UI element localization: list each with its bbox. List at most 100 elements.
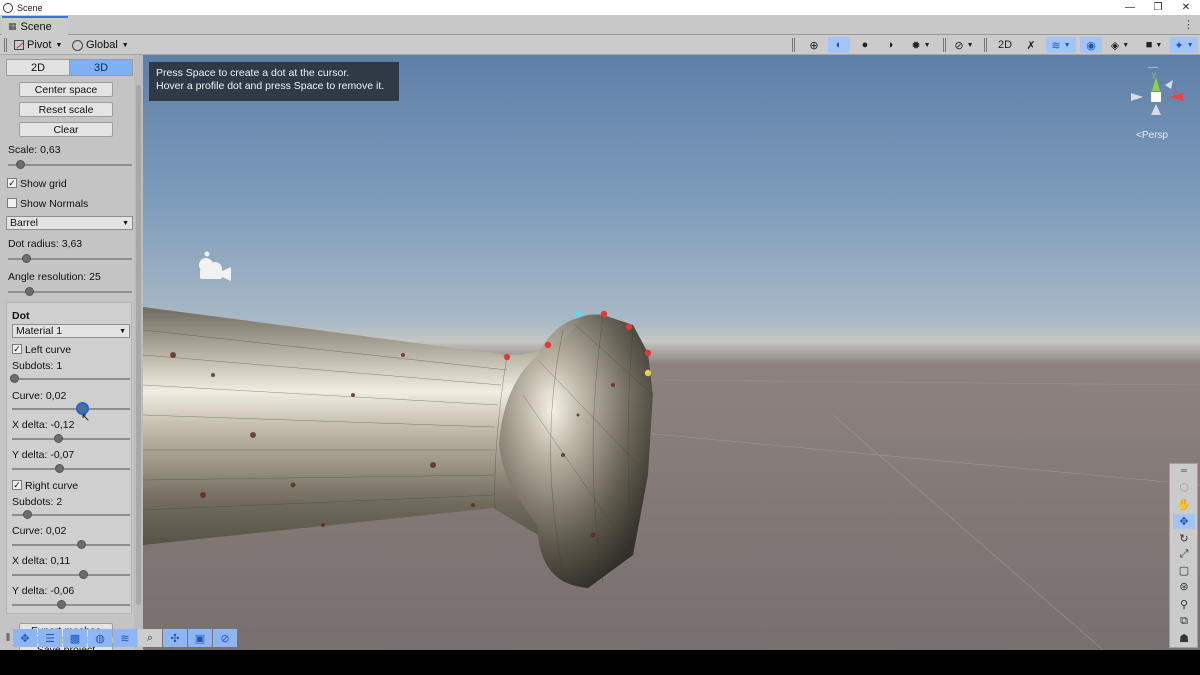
2d-toggle-icon[interactable]: 2D (994, 37, 1016, 53)
projection-label[interactable]: <Persp (1136, 130, 1168, 141)
maximize-button[interactable]: ❐ (1144, 0, 1172, 15)
compass-tool-icon[interactable]: ⊘ (213, 629, 237, 647)
effects-off-icon[interactable]: ✗ (1020, 37, 1042, 53)
rect-tool-icon[interactable]: ▢ (1173, 563, 1195, 578)
sphere-shaded-icon[interactable]: ◐ (828, 37, 850, 53)
scale-slider-handle[interactable] (16, 160, 25, 169)
material-select[interactable]: Material 1 ▼ (12, 324, 130, 338)
duplicate-tool-icon[interactable]: ⧉ (1173, 614, 1195, 629)
custom-tool-icon[interactable]: ⚲ (1173, 597, 1195, 612)
debug-bug-icon[interactable]: ✹ ▼ (906, 37, 936, 53)
shape-select[interactable]: Barrel ▼ (6, 216, 133, 230)
half-circle-icon[interactable]: ◑ (879, 37, 901, 53)
scale-label: Scale: 0,63 (8, 144, 61, 156)
letterbox-bar (0, 650, 1200, 675)
scale-tool-icon[interactable]: ⤢ (1173, 547, 1195, 562)
profile-dot[interactable] (600, 310, 608, 318)
right-subdots-slider-handle[interactable] (23, 510, 32, 519)
toolbar-grip[interactable] (943, 38, 946, 52)
strip-grip-icon[interactable]: ═ (1173, 466, 1195, 475)
dot-radius-slider-handle[interactable] (22, 254, 31, 263)
shaded-circle-icon[interactable]: ● (854, 37, 876, 53)
scene-camera-icon[interactable] (199, 251, 231, 282)
hatch-tool-icon[interactable]: ▩ (63, 629, 87, 647)
close-button[interactable]: ✕ (1172, 0, 1200, 15)
show-normals-label: Show Normals (20, 198, 89, 210)
show-grid-checkbox[interactable]: ✓ (7, 178, 17, 188)
panel-scrollbar-thumb[interactable] (136, 85, 141, 605)
layers-tool-icon[interactable]: ≋ (113, 629, 137, 647)
left-curve-checkbox[interactable]: ✓ (12, 344, 22, 354)
left-x-delta-slider-track[interactable] (12, 438, 130, 440)
pan-tool-icon[interactable]: ✣ (163, 629, 187, 647)
scene-canvas[interactable] (143, 55, 1200, 650)
chevron-down-icon: ▼ (122, 220, 129, 227)
sphere-tool-icon[interactable]: ◍ (88, 629, 112, 647)
wireframe-grid-icon[interactable]: ⊕ (803, 37, 825, 53)
profile-dot[interactable] (625, 323, 633, 331)
gizmo-center-cube[interactable] (1151, 92, 1161, 102)
neg-y-axis-cone[interactable] (1151, 104, 1161, 115)
angle-resolution-slider-handle[interactable] (25, 287, 34, 296)
toolbar-grip[interactable] (4, 38, 7, 52)
overlay-grip[interactable]: ‖ (4, 629, 12, 647)
profile-dot[interactable] (544, 341, 552, 349)
y-axis-cone[interactable] (1152, 77, 1160, 91)
scale-slider-track[interactable] (8, 164, 132, 166)
right-x-delta-slider-handle[interactable] (79, 570, 88, 579)
move-tool-icon[interactable]: ✥ (1173, 514, 1195, 529)
global-dropdown[interactable]: Global ▼ (72, 37, 129, 53)
mode-2d-button[interactable]: 2D (6, 59, 70, 76)
z-axis-cone[interactable] (1165, 80, 1173, 89)
right-curve-slider-track[interactable] (12, 544, 130, 546)
right-curve-checkbox[interactable]: ✓ (12, 480, 22, 490)
cube-view-icon[interactable]: ⬡ (1173, 480, 1195, 495)
right-x-delta-slider-track[interactable] (12, 574, 130, 576)
toolbar-grip[interactable] (792, 38, 795, 52)
stack-icon[interactable]: ◈ ▼ (1105, 37, 1135, 53)
mode-3d-button[interactable]: 3D (69, 59, 133, 76)
scene-viewport[interactable]: Press Space to create a dot at the curso… (143, 55, 1200, 650)
profile-dot-subdot[interactable] (644, 369, 652, 377)
profile-dot[interactable] (503, 353, 511, 361)
camera-icon[interactable]: ■ ▼ (1139, 37, 1169, 53)
align-tool-icon[interactable]: ☰ (38, 629, 62, 647)
profile-dot[interactable] (644, 349, 652, 357)
show-normals-checkbox[interactable] (7, 198, 17, 208)
left-subdots-slider-handle[interactable] (10, 374, 19, 383)
more-options-icon[interactable]: ⋮ (1183, 18, 1194, 31)
left-subdots-label: Subdots: 1 (12, 360, 63, 372)
reset-scale-button[interactable]: Reset scale (19, 102, 113, 117)
center-space-button[interactable]: Center space (19, 82, 113, 97)
profile-dot-selected[interactable] (574, 310, 582, 318)
screen-tool-icon[interactable]: ▣ (188, 629, 212, 647)
hand-tool-icon[interactable]: ✋ (1173, 497, 1195, 512)
grid-line (662, 379, 1200, 386)
right-curve-slider-handle[interactable] (77, 540, 86, 549)
right-y-delta-slider-handle[interactable] (57, 600, 66, 609)
chevron-down-icon: ▼ (121, 41, 129, 49)
tab-scene[interactable]: ▦ Scene (2, 16, 68, 35)
left-curve-slider-track[interactable] (12, 408, 130, 410)
pivot-dropdown[interactable]: Pivot ▼ (14, 37, 62, 53)
left-x-delta-slider-handle[interactable] (54, 434, 63, 443)
eye-icon[interactable]: ◉ (1080, 37, 1102, 53)
hint-line-2: Hover a profile dot and press Space to r… (156, 80, 385, 92)
right-y-delta-slider-track[interactable] (12, 604, 130, 606)
toolbar-grip[interactable] (984, 38, 987, 52)
left-y-delta-slider-handle[interactable] (55, 464, 64, 473)
rotate-tool-icon[interactable]: ↻ (1173, 531, 1195, 546)
person-tool-icon[interactable]: ☗ (1173, 631, 1195, 646)
compass-icon[interactable]: ⊘ ▼ (950, 37, 978, 53)
left-y-delta-slider-track[interactable] (12, 468, 130, 470)
clear-button[interactable]: Clear (19, 122, 113, 137)
zoom-tool-icon[interactable]: ⌕ (138, 629, 162, 647)
move-tool-icon[interactable]: ✥ (13, 629, 37, 647)
gizmo-globe-icon[interactable]: ✦ ▼ (1170, 37, 1198, 53)
minimize-button[interactable]: — (1116, 0, 1144, 15)
panel-scrollbar[interactable] (134, 55, 143, 650)
left-subdots-slider-track[interactable] (12, 378, 130, 380)
neg-x-axis-cone[interactable] (1131, 93, 1143, 101)
transform-tool-icon[interactable]: ⊛ (1173, 579, 1195, 594)
layers-icon[interactable]: ≋ ▼ (1046, 37, 1076, 53)
